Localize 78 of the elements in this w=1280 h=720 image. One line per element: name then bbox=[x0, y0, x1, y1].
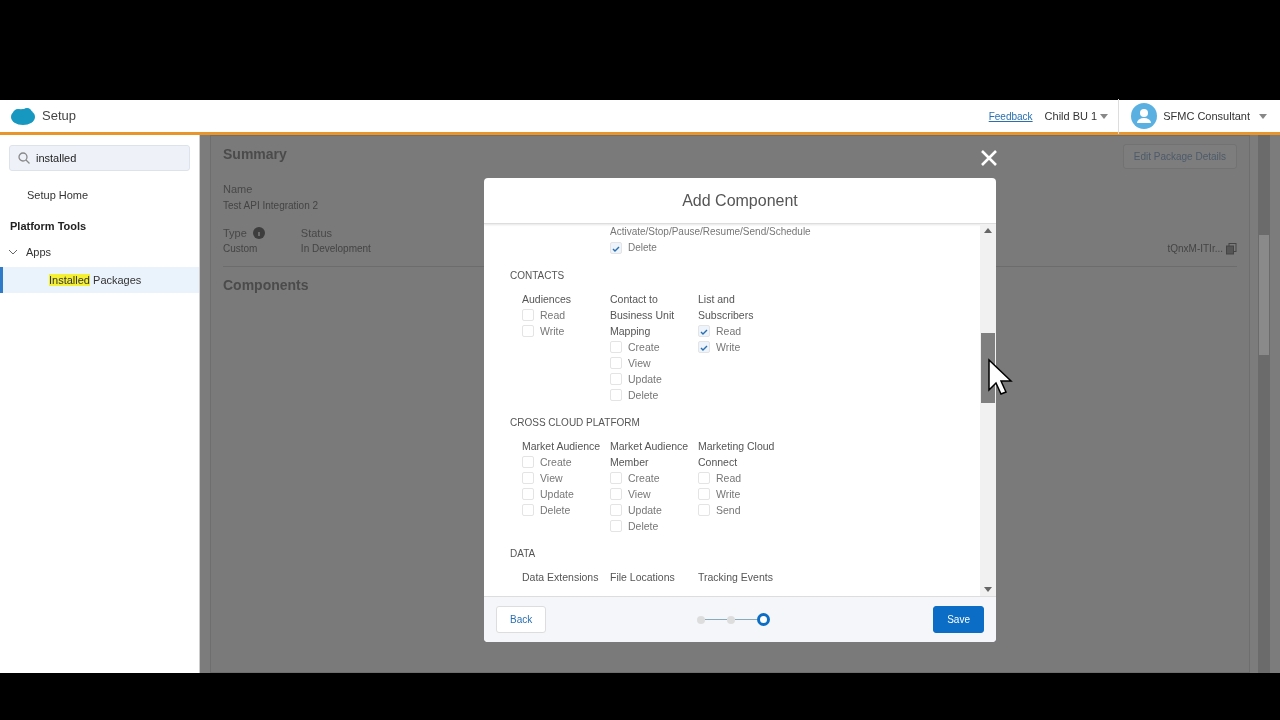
checkbox[interactable] bbox=[522, 309, 534, 321]
checkbox-label: Update bbox=[628, 372, 662, 387]
checkbox-label: Create bbox=[628, 340, 660, 355]
checkbox[interactable] bbox=[610, 357, 622, 369]
checkbox-label: Delete bbox=[628, 519, 659, 534]
group-title: Tracking Events bbox=[698, 570, 774, 585]
avatar-icon[interactable] bbox=[1131, 103, 1158, 129]
sidebar-item[interactable]: Setup Home bbox=[0, 181, 199, 210]
checkbox-label: Delete bbox=[540, 503, 571, 518]
checkbox-label: Create bbox=[540, 455, 572, 470]
group-title: Marketing Cloud Connect bbox=[698, 439, 776, 470]
checkbox[interactable] bbox=[698, 488, 710, 500]
checkbox-label: Update bbox=[540, 487, 574, 502]
copy-icon[interactable] bbox=[1226, 242, 1237, 255]
group-title: List and Subscribers bbox=[698, 292, 755, 323]
checkbox[interactable] bbox=[522, 325, 534, 337]
chevron-icon[interactable] bbox=[8, 247, 18, 257]
search-icon bbox=[18, 152, 30, 164]
checkbox-label: Create bbox=[628, 471, 660, 486]
caret-icon bbox=[1259, 113, 1267, 119]
checkbox-label: Read bbox=[540, 308, 566, 323]
checkbox[interactable] bbox=[698, 341, 710, 353]
checkbox[interactable] bbox=[610, 242, 622, 254]
group-title: Contact to Business Unit Mapping bbox=[610, 292, 676, 339]
scrollbar[interactable] bbox=[1258, 135, 1270, 673]
sidebar-section-title: Platform Tools bbox=[9, 218, 88, 234]
checkbox-label: View bbox=[540, 471, 563, 486]
cloud-logo-icon bbox=[10, 107, 36, 125]
checkbox[interactable] bbox=[610, 341, 622, 353]
section-heading: CONTACTS bbox=[510, 269, 566, 283]
search-field[interactable]: installed bbox=[9, 145, 190, 171]
back-button[interactable]: Back bbox=[496, 606, 547, 633]
checkbox-label: View bbox=[628, 356, 651, 371]
checkbox-label: Write bbox=[716, 487, 741, 502]
checkbox[interactable] bbox=[610, 373, 622, 385]
section-heading: DATA bbox=[510, 547, 537, 561]
checkbox-label: Write bbox=[540, 324, 565, 339]
checkbox-label: Read bbox=[716, 324, 742, 339]
permission-label: Activate/Stop/Pause/Resume/Send/Schedule bbox=[610, 225, 812, 239]
modal-title: Add Component bbox=[484, 178, 996, 224]
scrollbar-thumb[interactable] bbox=[1259, 235, 1269, 355]
checkbox-label: Send bbox=[716, 503, 741, 518]
checkbox[interactable] bbox=[522, 488, 534, 500]
user-menu[interactable]: SFMC Consultant bbox=[1163, 107, 1250, 125]
checkbox-label: Delete bbox=[628, 241, 657, 255]
checkbox-label: Update bbox=[628, 503, 662, 518]
checkbox[interactable] bbox=[698, 504, 710, 516]
checkbox[interactable] bbox=[610, 472, 622, 484]
business-unit-menu[interactable]: Child BU 1 bbox=[1044, 107, 1098, 125]
checkbox[interactable] bbox=[522, 472, 534, 484]
scroll-up-icon[interactable] bbox=[984, 228, 992, 233]
checkbox-label: Delete bbox=[628, 388, 659, 403]
section-heading: CROSS CLOUD PLATFORM bbox=[510, 416, 641, 430]
group-title: File Locations bbox=[610, 570, 676, 585]
caret-icon bbox=[1100, 113, 1109, 119]
close-icon[interactable] bbox=[980, 149, 998, 167]
checkbox-label: Write bbox=[716, 340, 741, 355]
feedback-link[interactable]: Feedback bbox=[988, 108, 1033, 124]
group-title: Market Audience bbox=[522, 439, 602, 454]
tree-item[interactable]: Apps bbox=[26, 244, 52, 261]
checkbox[interactable] bbox=[522, 456, 534, 468]
checkbox[interactable] bbox=[610, 488, 622, 500]
checkbox[interactable] bbox=[698, 325, 710, 337]
checkbox[interactable] bbox=[610, 520, 622, 532]
save-button[interactable]: Save bbox=[933, 606, 984, 633]
app-title: Setup bbox=[42, 107, 76, 126]
scrollbar[interactable] bbox=[980, 224, 996, 596]
group-title: Data Extensions bbox=[522, 570, 600, 585]
checkbox-label: Read bbox=[716, 471, 742, 486]
tree-item[interactable]: Installed Packages bbox=[0, 266, 199, 293]
checkbox[interactable] bbox=[610, 504, 622, 516]
scroll-down-icon[interactable] bbox=[984, 587, 992, 592]
group-title: Market Audience Member bbox=[610, 439, 690, 470]
checkbox-label: View bbox=[628, 487, 651, 502]
checkbox[interactable] bbox=[610, 389, 622, 401]
checkbox[interactable] bbox=[522, 504, 534, 516]
group-title: Audiences bbox=[522, 292, 573, 307]
checkbox[interactable] bbox=[698, 472, 710, 484]
